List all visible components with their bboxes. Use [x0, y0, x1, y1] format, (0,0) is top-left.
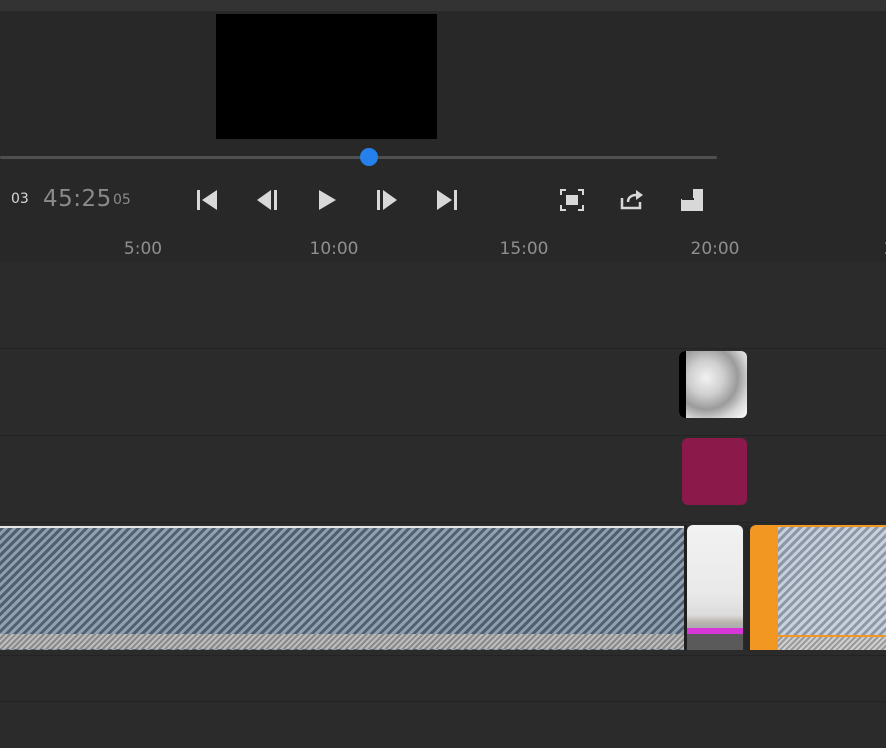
timecode-total-frames: 05	[113, 192, 131, 208]
ruler-label-10min: 10:00	[309, 239, 359, 259]
play-icon	[319, 190, 336, 210]
video-preview[interactable]	[216, 14, 437, 139]
track-separator	[0, 435, 886, 436]
top-strip	[0, 0, 886, 11]
scrub-handle[interactable]	[360, 148, 378, 166]
video-clip-thumbnail[interactable]	[687, 525, 743, 650]
timecode-total: 45:25	[43, 186, 112, 212]
audio-waveform-striped	[0, 634, 684, 649]
texture-clip[interactable]	[679, 351, 747, 418]
video-clip-striped[interactable]	[0, 526, 684, 650]
skip-to-end-button[interactable]	[433, 186, 461, 214]
ruler-label-5min: 5:00	[123, 239, 163, 259]
ruler-label-clipped: 2	[876, 239, 886, 261]
timecode-current-frames: 03	[11, 191, 29, 207]
track-separator	[0, 348, 886, 349]
layout-button[interactable]	[678, 186, 706, 214]
skip-to-end-icon	[437, 190, 457, 210]
color-clip[interactable]	[682, 438, 747, 505]
fit-screen-icon	[560, 189, 584, 211]
share-button[interactable]	[618, 186, 646, 214]
skip-to-start-icon	[197, 190, 217, 210]
selected-clip-body	[778, 527, 886, 635]
selected-clip[interactable]	[750, 525, 886, 650]
timeline-area[interactable]	[0, 262, 886, 748]
track-separator	[0, 522, 886, 523]
player-panel	[0, 11, 886, 262]
fit-screen-button[interactable]	[558, 186, 586, 214]
texture-clip-edge	[679, 351, 686, 418]
track-separator	[0, 655, 886, 656]
step-back-button[interactable]	[253, 186, 281, 214]
clip-audio-strip	[687, 634, 743, 650]
step-forward-icon	[377, 190, 397, 210]
play-button[interactable]	[313, 186, 341, 214]
ruler-label-20min: 20:00	[690, 239, 740, 259]
step-forward-button[interactable]	[373, 186, 401, 214]
ruler-label-15min: 15:00	[499, 239, 549, 259]
step-back-icon	[257, 190, 277, 210]
layout-icon	[681, 189, 703, 211]
share-icon	[620, 190, 643, 210]
skip-to-start-button[interactable]	[193, 186, 221, 214]
track-separator	[0, 701, 886, 702]
scrub-track[interactable]	[0, 156, 717, 159]
timecode-current-clipped: .	[0, 186, 8, 206]
selected-clip-audio	[778, 637, 886, 650]
